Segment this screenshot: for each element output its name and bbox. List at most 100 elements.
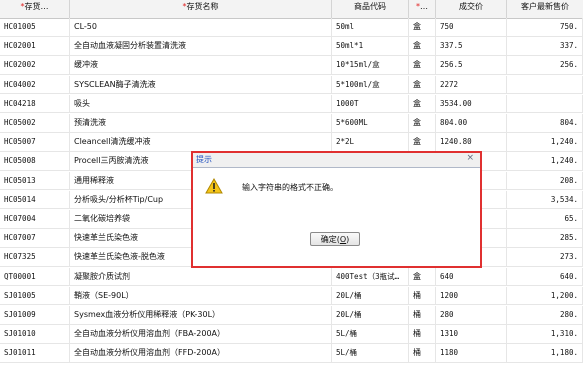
cell-spec[interactable]: 20L/桶 xyxy=(332,306,409,324)
ok-button[interactable]: 确定(O) xyxy=(310,232,360,246)
cell-code[interactable]: HC05014 xyxy=(0,190,70,209)
cell-latest[interactable]: 804. xyxy=(507,114,583,132)
cell-name[interactable]: 预清洗液 xyxy=(70,114,332,132)
close-icon[interactable]: × xyxy=(466,153,474,163)
cell-name[interactable]: 鞘液（SE-90L） xyxy=(70,286,332,305)
cell-latest[interactable]: 337. xyxy=(507,37,583,56)
table-row[interactable]: SJ01010 全自动血液分析仪用溶血剂（FBA-200A） 5L/桶桶 1310 1,… xyxy=(0,325,583,344)
cell-latest[interactable]: 280. xyxy=(507,306,583,324)
cell-price[interactable]: 280 xyxy=(436,306,507,324)
cell-code[interactable]: HC04218 xyxy=(0,94,70,113)
cell-latest[interactable]: 256. xyxy=(507,56,583,75)
cell-latest[interactable]: 3,534. xyxy=(507,190,583,209)
table-row[interactable]: SJ01009 Sysmex血液分析仪用稀释液（PK-30L） 20L/桶桶 280 2… xyxy=(0,306,583,325)
col-header-spec[interactable]: 商品代码 xyxy=(332,0,409,18)
cell-code[interactable]: QT00001 xyxy=(0,267,70,286)
cell-unit[interactable]: 盒 xyxy=(409,18,436,36)
cell-code[interactable]: HC04002 xyxy=(0,75,70,94)
cell-latest[interactable]: 750. xyxy=(507,18,583,36)
cell-unit[interactable]: 桶 xyxy=(409,306,436,324)
cell-unit[interactable]: 盒 xyxy=(409,56,436,75)
cell-latest[interactable]: 65. xyxy=(507,210,583,228)
cell-latest[interactable]: 285. xyxy=(507,229,583,248)
cell-spec[interactable]: 10*15ml/盒 xyxy=(332,56,409,75)
cell-unit[interactable]: 盒 xyxy=(409,133,436,152)
cell-code[interactable]: HC05007 xyxy=(0,133,70,152)
cell-name[interactable]: CL-50 xyxy=(70,18,332,36)
cell-name[interactable]: 缓冲液 xyxy=(70,56,332,75)
cell-name[interactable]: SYSCLEAN酶子清洗液 xyxy=(70,75,332,94)
col-header-price[interactable]: 成交价 xyxy=(436,0,507,18)
cell-price[interactable]: 3534.00 xyxy=(436,94,507,113)
table-row[interactable]: HC05002 预清洗液 5*600ML 盒 804.00 804. xyxy=(0,114,583,133)
cell-spec[interactable]: 5*600ML xyxy=(332,114,409,132)
cell-code[interactable]: SJ01009 xyxy=(0,306,70,324)
cell-latest[interactable] xyxy=(507,75,583,94)
cell-spec[interactable]: 50ml xyxy=(332,18,409,36)
cell-price[interactable]: 750 xyxy=(436,18,507,36)
cell-unit[interactable]: 盒 xyxy=(409,267,436,286)
cell-name[interactable]: Cleancell清洗缓冲液 xyxy=(70,133,332,152)
cell-price[interactable]: 640 xyxy=(436,267,507,286)
table-row[interactable]: HC04002 SYSCLEAN酶子清洗液 5*100ml/盒盒 2272 xyxy=(0,75,583,95)
cell-name[interactable]: 吸头 xyxy=(70,94,332,113)
cell-name[interactable]: 凝聚胺介质试剂 xyxy=(70,267,332,286)
dialog-titlebar[interactable]: 提示 × xyxy=(193,153,480,168)
cell-unit[interactable]: 桶 xyxy=(409,325,436,344)
table-row[interactable]: HC04218 吸头 1000T 盒 3534.00 xyxy=(0,94,583,114)
col-header-name[interactable]: *存货名称 xyxy=(70,0,332,18)
cell-code[interactable]: HC02002 xyxy=(0,56,70,75)
table-row[interactable]: SJ01011 全自动血液分析仪用溶血剂（FFD-200A） 5L/桶桶 1180 1,… xyxy=(0,344,583,363)
cell-code[interactable]: HC05013 xyxy=(0,171,70,190)
cell-unit[interactable]: 盒 xyxy=(409,37,436,56)
col-header-latest[interactable]: 客户最新售价 xyxy=(507,0,583,18)
cell-latest[interactable]: 273. xyxy=(507,248,583,267)
col-header-code[interactable]: *存货… xyxy=(0,0,70,18)
cell-code[interactable]: HC05008 xyxy=(0,152,70,171)
cell-name[interactable]: 全自动血液分析仪用溶血剂（FFD-200A） xyxy=(70,344,332,363)
cell-latest[interactable]: 1,240. xyxy=(507,133,583,152)
table-row[interactable]: HC02002 缓冲液 10*15ml/盒盒 256.5 256. xyxy=(0,56,583,75)
cell-price[interactable]: 2272 xyxy=(436,75,507,94)
cell-name[interactable]: 全自动血液凝固分析装置清洗液 xyxy=(70,37,332,56)
cell-code[interactable]: HC05002 xyxy=(0,114,70,132)
cell-unit[interactable]: 盒 xyxy=(409,75,436,94)
cell-spec[interactable]: 5L/桶 xyxy=(332,344,409,363)
cell-unit[interactable]: 盒 xyxy=(409,94,436,113)
cell-unit[interactable]: 桶 xyxy=(409,344,436,363)
cell-latest[interactable]: 1,200. xyxy=(507,286,583,305)
cell-code[interactable]: SJ01005 xyxy=(0,286,70,305)
cell-price[interactable]: 1310 xyxy=(436,325,507,344)
cell-spec[interactable]: 5L/桶 xyxy=(332,325,409,344)
cell-price[interactable]: 804.00 xyxy=(436,114,507,132)
cell-latest[interactable]: 1,180. xyxy=(507,344,583,363)
cell-price[interactable]: 1180 xyxy=(436,344,507,363)
cell-spec[interactable]: 20L/桶 xyxy=(332,286,409,305)
cell-unit[interactable]: 盒 xyxy=(409,114,436,132)
table-row[interactable]: HC05007 Cleancell清洗缓冲液 2*2L 盒 1240.80 1,240. xyxy=(0,133,583,152)
cell-spec[interactable]: 5*100ml/盒 xyxy=(332,75,409,94)
cell-spec[interactable]: 1000T xyxy=(332,94,409,113)
cell-spec[interactable]: 50ml*1 xyxy=(332,37,409,56)
col-header-unit[interactable]: *… xyxy=(409,0,436,18)
cell-spec[interactable]: 2*2L xyxy=(332,133,409,152)
table-row[interactable]: HC02001 全自动血液凝固分析装置清洗液 50ml*1 盒 337.5 337. xyxy=(0,37,583,56)
cell-price[interactable]: 1240.80 xyxy=(436,133,507,152)
cell-name[interactable]: 全自动血液分析仪用溶血剂（FBA-200A） xyxy=(70,325,332,344)
cell-code[interactable]: HC07007 xyxy=(0,229,70,248)
table-row[interactable]: SJ01005 鞘液（SE-90L） 20L/桶桶 1200 1,200. xyxy=(0,286,583,306)
cell-latest[interactable]: 208. xyxy=(507,171,583,190)
cell-code[interactable]: HC02001 xyxy=(0,37,70,56)
cell-latest[interactable]: 1,240. xyxy=(507,152,583,171)
cell-code[interactable]: HC07325 xyxy=(0,248,70,267)
cell-code[interactable]: HC01005 xyxy=(0,18,70,36)
cell-latest[interactable]: 1,310. xyxy=(507,325,583,344)
cell-price[interactable]: 1200 xyxy=(436,286,507,305)
cell-price[interactable]: 337.5 xyxy=(436,37,507,56)
cell-name[interactable]: Sysmex血液分析仪用稀释液（PK-30L） xyxy=(70,306,332,324)
cell-price[interactable]: 256.5 xyxy=(436,56,507,75)
cell-unit[interactable]: 桶 xyxy=(409,286,436,305)
table-row[interactable]: QT00001 凝聚胺介质试剂 400Test（3瓶试… 盒 640 640. xyxy=(0,267,583,287)
cell-code[interactable]: HC07004 xyxy=(0,210,70,228)
cell-code[interactable]: SJ01010 xyxy=(0,325,70,344)
